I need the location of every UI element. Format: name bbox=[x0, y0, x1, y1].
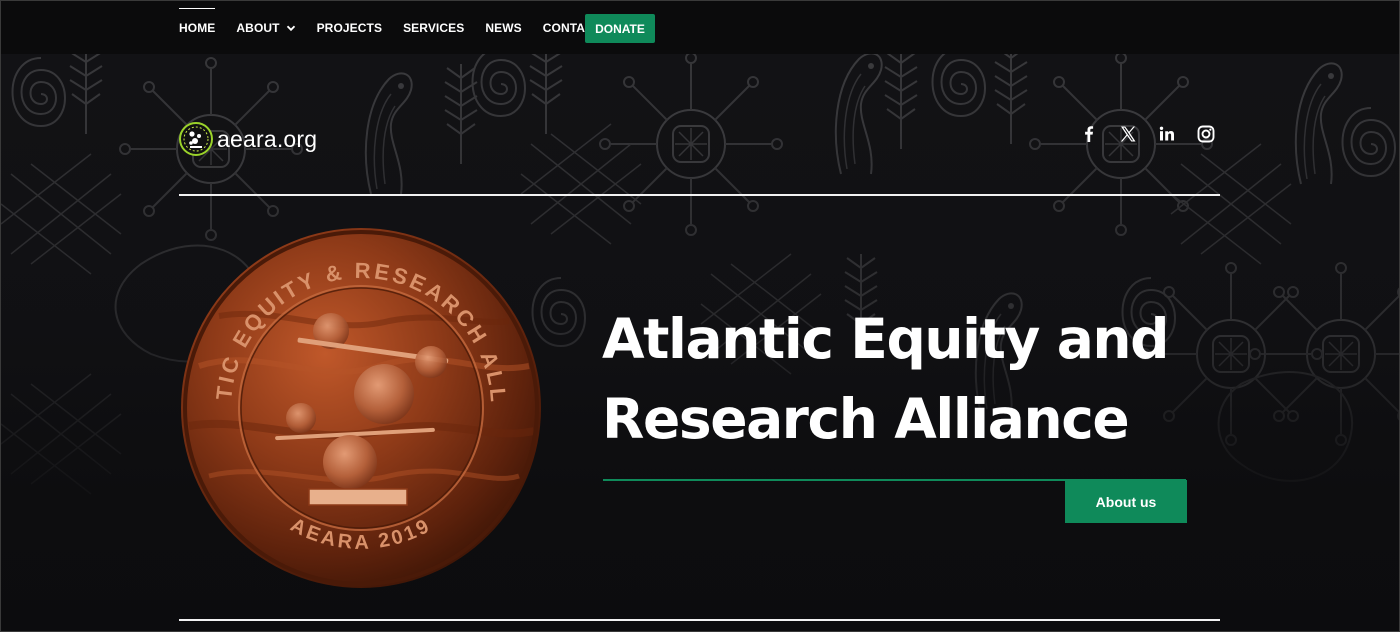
instagram-icon[interactable] bbox=[1196, 124, 1216, 144]
nav-item-label: ABOUT bbox=[236, 20, 280, 35]
nav-item-news[interactable]: NEWS bbox=[485, 1, 521, 54]
hero-title: Atlantic Equity and Research Alliance bbox=[602, 299, 1222, 459]
hero-section: aeara.org TIC EQUITY & RESEARCH ALL AEAR… bbox=[1, 54, 1399, 631]
page-frame: HOME ABOUT PROJECTS SERVICES NEWS CONTAC… bbox=[0, 0, 1400, 632]
chevron-down-icon bbox=[286, 25, 295, 31]
site-logo[interactable]: aeara.org bbox=[179, 122, 317, 156]
linkedin-icon[interactable] bbox=[1157, 124, 1177, 144]
nav-item-label: NEWS bbox=[485, 20, 522, 35]
social-links bbox=[1079, 124, 1216, 144]
nav-item-services[interactable]: SERVICES bbox=[403, 1, 464, 54]
nav-item-home[interactable]: HOME bbox=[179, 1, 216, 54]
aeara-logo-icon bbox=[179, 122, 213, 156]
hero-title-line-2: Research Alliance bbox=[602, 387, 1130, 451]
nav-item-label: SERVICES bbox=[403, 20, 465, 35]
footer-divider bbox=[179, 619, 1220, 621]
about-us-button[interactable]: About us bbox=[1065, 480, 1187, 523]
nav-item-about[interactable]: ABOUT bbox=[236, 1, 295, 54]
nav-item-label: PROJECTS bbox=[316, 20, 383, 35]
nav-item-label: HOME bbox=[179, 20, 216, 35]
top-navigation-bar: HOME ABOUT PROJECTS SERVICES NEWS CONTAC… bbox=[1, 1, 1399, 54]
facebook-icon[interactable] bbox=[1079, 124, 1099, 144]
hero-title-line-1: Atlantic Equity and bbox=[602, 307, 1170, 371]
main-nav: HOME ABOUT PROJECTS SERVICES NEWS CONTAC… bbox=[179, 1, 643, 54]
aeara-seal-image: ATLANTIC EQUITY & RESEARCH ALLIANCE AEAR… bbox=[179, 226, 541, 588]
site-name: aeara.org bbox=[217, 125, 318, 152]
nav-item-projects[interactable]: PROJECTS bbox=[317, 1, 382, 54]
header-divider bbox=[179, 194, 1220, 196]
donate-button[interactable]: DONATE bbox=[585, 14, 655, 43]
x-twitter-icon[interactable] bbox=[1118, 124, 1138, 144]
